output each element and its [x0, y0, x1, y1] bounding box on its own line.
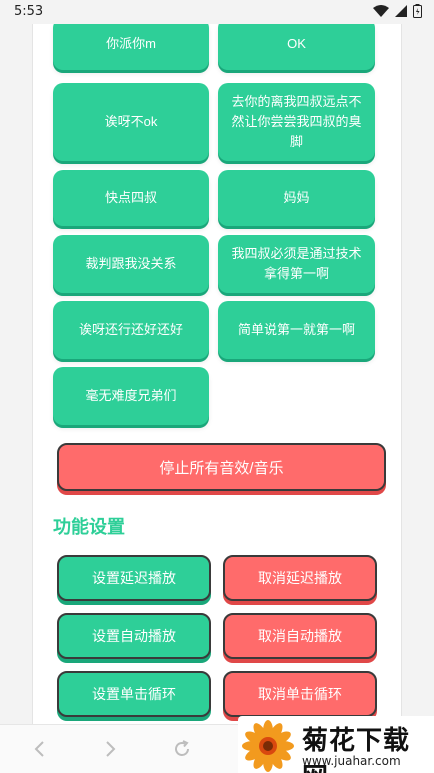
status-time: 5:53: [14, 4, 44, 19]
forward-icon[interactable]: [100, 739, 120, 759]
set-click-loop-button[interactable]: 设置单击循环: [57, 671, 211, 717]
signal-icon: [395, 5, 407, 17]
battery-icon: [413, 4, 422, 18]
watermark: 菊花下载网 www.juahar.com: [238, 716, 434, 773]
sound-button[interactable]: 我四叔必须是通过技术拿得第一啊: [218, 235, 375, 293]
sound-button[interactable]: 裁判跟我没关系: [53, 235, 209, 293]
stop-all-button[interactable]: 停止所有音效/音乐: [57, 443, 386, 491]
sound-button[interactable]: 简单说第一就第一啊: [218, 301, 375, 359]
sound-button[interactable]: 诶呀不ok: [53, 83, 209, 161]
sound-button[interactable]: 妈妈: [218, 170, 375, 226]
refresh-icon[interactable]: [172, 739, 192, 759]
back-icon[interactable]: [30, 739, 50, 759]
cancel-auto-play-button[interactable]: 取消自动播放: [223, 613, 377, 659]
cancel-click-loop-button[interactable]: 取消单击循环: [223, 671, 377, 717]
sound-button[interactable]: 毫无难度兄弟们: [53, 367, 209, 425]
sound-button[interactable]: 去你的离我四叔远点不然让你尝尝我四叔的臭脚: [218, 83, 375, 161]
status-icons: [373, 4, 422, 18]
cancel-delay-play-button[interactable]: 取消延迟播放: [223, 555, 377, 601]
sound-button[interactable]: 你派你m: [53, 24, 209, 70]
sound-button[interactable]: 诶呀还行还好还好: [53, 301, 209, 359]
watermark-url: www.juahar.com: [302, 754, 401, 768]
section-title: 功能设置: [53, 517, 125, 538]
sound-button[interactable]: OK: [218, 24, 375, 70]
sound-board-card: 你派你m OK 诶呀不ok 去你的离我四叔远点不然让你尝尝我四叔的臭脚 快点四叔…: [32, 24, 402, 724]
status-bar: 5:53: [0, 0, 434, 24]
sound-button[interactable]: 快点四叔: [53, 170, 209, 226]
set-delay-play-button[interactable]: 设置延迟播放: [57, 555, 211, 601]
wifi-icon: [373, 5, 389, 17]
flower-logo-icon: [240, 720, 296, 773]
set-auto-play-button[interactable]: 设置自动播放: [57, 613, 211, 659]
